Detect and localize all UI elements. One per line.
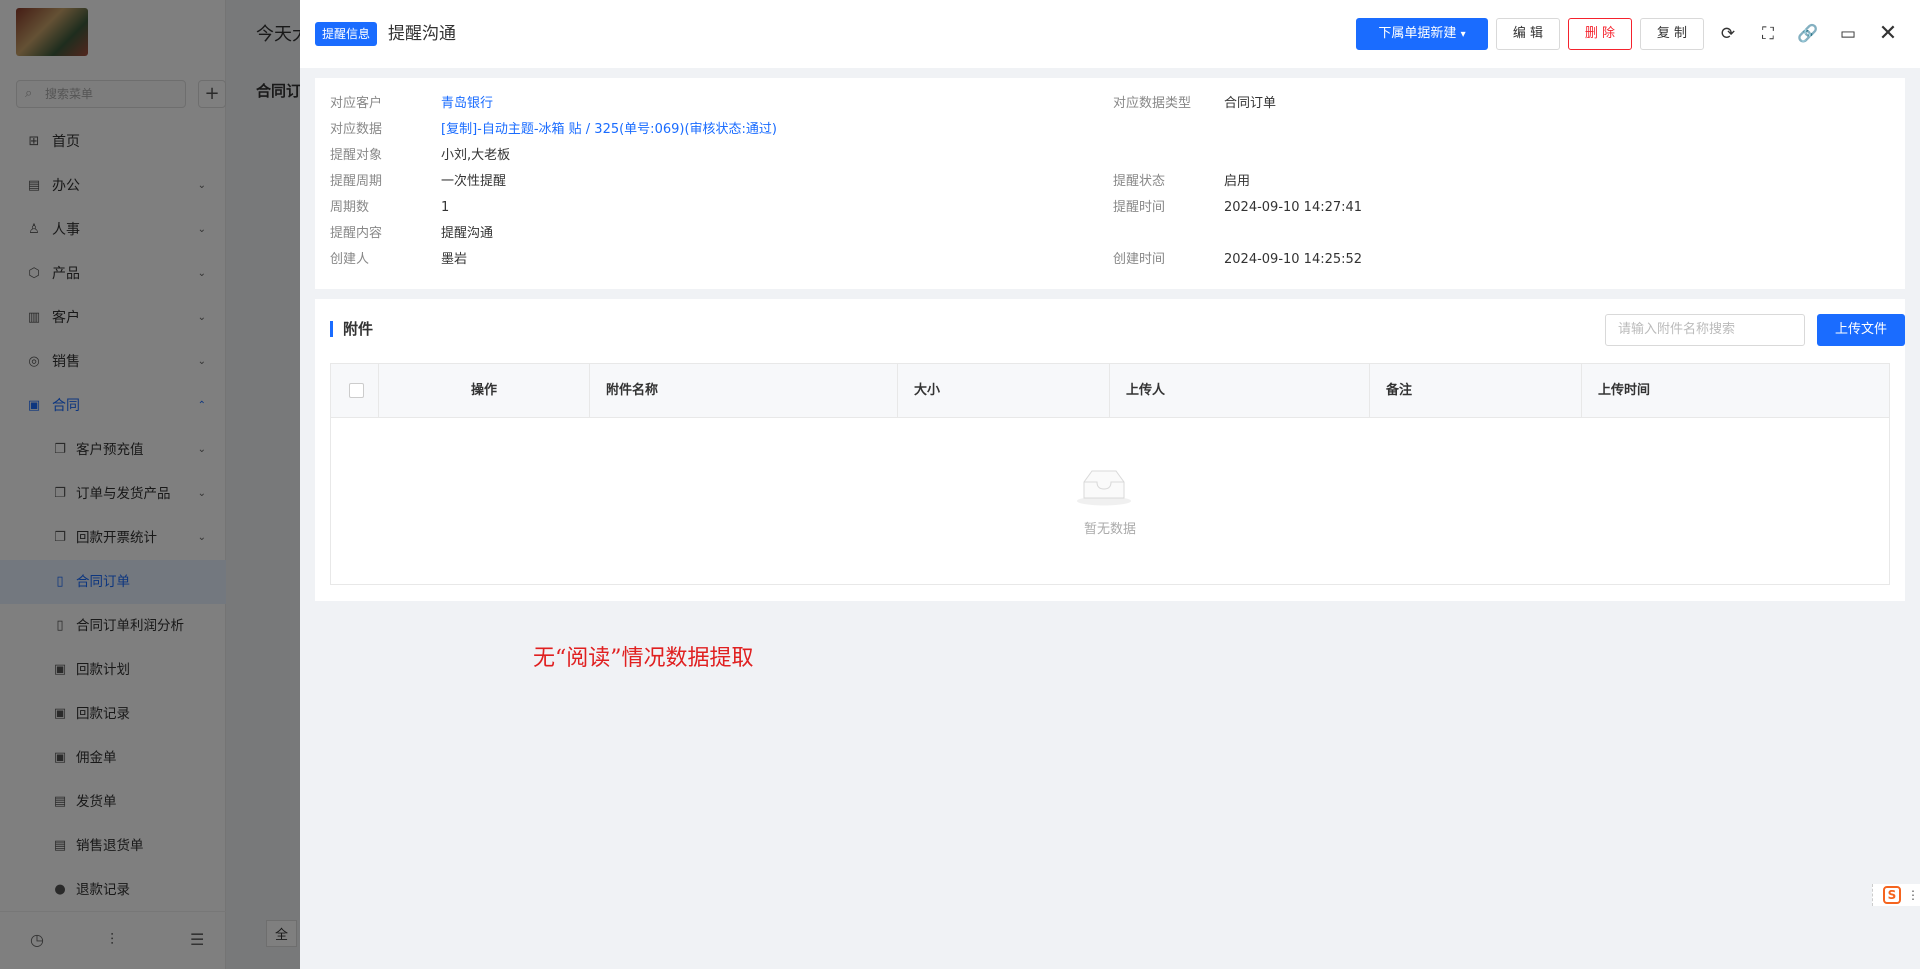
content-value: 提醒沟通 bbox=[441, 226, 494, 241]
info-row-cycle-count: 周期数 1 提醒时间 2024-09-10 14:27:41 bbox=[315, 197, 1905, 219]
creator-label: 创建人 bbox=[330, 252, 370, 267]
column-file-name: 附件名称 bbox=[590, 364, 898, 418]
drawer-title: 提醒沟通 bbox=[388, 24, 456, 44]
info-row-cycle: 提醒周期 一次性提醒 提醒状态 启用 bbox=[315, 171, 1905, 193]
copy-button[interactable]: 复 制 bbox=[1640, 18, 1704, 50]
chevron-down-icon: ▾ bbox=[1460, 29, 1466, 40]
subordinate-new-label: 下属单据新建 bbox=[1378, 26, 1457, 41]
close-icon[interactable]: ✕ bbox=[1876, 22, 1900, 46]
attachments-card: 附件 请输入附件名称搜索 上传文件 操作 附件名称 大小 上传人 备注 上传时间… bbox=[315, 299, 1905, 601]
delete-button[interactable]: 删 除 bbox=[1568, 18, 1632, 50]
cycle-count-value: 1 bbox=[441, 200, 450, 215]
info-row-customer: 对应客户 青岛银行 对应数据类型 合同订单 bbox=[315, 93, 1905, 115]
attachment-search-input[interactable]: 请输入附件名称搜索 bbox=[1605, 314, 1805, 346]
corner-widget[interactable]: S ⋮ bbox=[1872, 884, 1920, 906]
attachments-title: 附件 bbox=[330, 321, 373, 337]
column-remark: 备注 bbox=[1370, 364, 1582, 418]
created-time-value: 2024-09-10 14:25:52 bbox=[1224, 252, 1363, 267]
column-uploader: 上传人 bbox=[1110, 364, 1370, 418]
remind-time-value: 2024-09-10 14:27:41 bbox=[1224, 200, 1363, 215]
customer-label: 对应客户 bbox=[330, 96, 383, 111]
info-row-data: 对应数据 [复制]-自动主题-冰箱 贴 / 325(单号:069)(审核状态:通… bbox=[315, 119, 1905, 141]
select-all-cell bbox=[331, 364, 379, 418]
target-value: 小刘,大老板 bbox=[441, 148, 511, 163]
column-actions: 操作 bbox=[379, 364, 590, 418]
customer-link[interactable]: 青岛银行 bbox=[441, 93, 493, 115]
app-badge-icon[interactable]: S bbox=[1883, 886, 1901, 904]
laptop-icon[interactable]: ▭ bbox=[1836, 22, 1860, 46]
info-row-content: 提醒内容 提醒沟通 bbox=[315, 223, 1905, 245]
refresh-icon[interactable]: ⟳ bbox=[1716, 22, 1740, 46]
drawer-header: 提醒信息 提醒沟通 下属单据新建 ▾ 编 辑 删 除 复 制 ⟳ ⛶ 🔗 ▭ ✕ bbox=[300, 0, 1920, 68]
data-link[interactable]: [复制]-自动主题-冰箱 贴 / 325(单号:069)(审核状态:通过) bbox=[441, 119, 777, 141]
creator-value: 墨岩 bbox=[441, 252, 468, 267]
target-label: 提醒对象 bbox=[330, 148, 383, 163]
data-label: 对应数据 bbox=[330, 122, 383, 137]
upload-file-button[interactable]: 上传文件 bbox=[1817, 314, 1905, 346]
cycle-value: 一次性提醒 bbox=[441, 174, 507, 189]
table-header: 操作 附件名称 大小 上传人 备注 上传时间 bbox=[331, 364, 1889, 418]
info-row-creator: 创建人 墨岩 创建时间 2024-09-10 14:25:52 bbox=[315, 249, 1905, 271]
column-upload-time: 上传时间 bbox=[1598, 383, 1651, 398]
annotation-note: 无“阅读”情况数据提取 bbox=[533, 646, 754, 671]
empty-text: 暂无数据 bbox=[1083, 522, 1136, 537]
edit-button[interactable]: 编 辑 bbox=[1496, 18, 1560, 50]
data-type-value: 合同订单 bbox=[1224, 96, 1277, 111]
cycle-label: 提醒周期 bbox=[330, 174, 383, 189]
content-label: 提醒内容 bbox=[330, 226, 383, 241]
reminder-tag: 提醒信息 bbox=[315, 22, 378, 46]
detail-drawer: 提醒信息 提醒沟通 下属单据新建 ▾ 编 辑 删 除 复 制 ⟳ ⛶ 🔗 ▭ ✕… bbox=[300, 0, 1920, 969]
empty-inbox-icon bbox=[1077, 470, 1131, 506]
status-value: 启用 bbox=[1224, 174, 1251, 189]
cycle-count-label: 周期数 bbox=[330, 200, 370, 215]
data-type-label: 对应数据类型 bbox=[1113, 96, 1192, 111]
more-dots-icon[interactable]: ⋮ bbox=[1907, 884, 1919, 906]
status-label: 提醒状态 bbox=[1113, 174, 1166, 189]
link-icon[interactable]: 🔗 bbox=[1796, 22, 1820, 46]
attachments-table: 操作 附件名称 大小 上传人 备注 上传时间 暂无数据 bbox=[330, 363, 1890, 585]
fullscreen-icon[interactable]: ⛶ bbox=[1756, 22, 1780, 46]
remind-time-label: 提醒时间 bbox=[1113, 200, 1166, 215]
info-row-target: 提醒对象 小刘,大老板 bbox=[315, 145, 1905, 167]
column-size: 大小 bbox=[898, 364, 1110, 418]
select-all-checkbox[interactable] bbox=[349, 383, 364, 398]
subordinate-new-button[interactable]: 下属单据新建 ▾ bbox=[1356, 18, 1488, 50]
created-time-label: 创建时间 bbox=[1113, 252, 1166, 267]
reminder-info-card: 对应客户 青岛银行 对应数据类型 合同订单 对应数据 [复制]-自动主题-冰箱 … bbox=[315, 78, 1905, 289]
